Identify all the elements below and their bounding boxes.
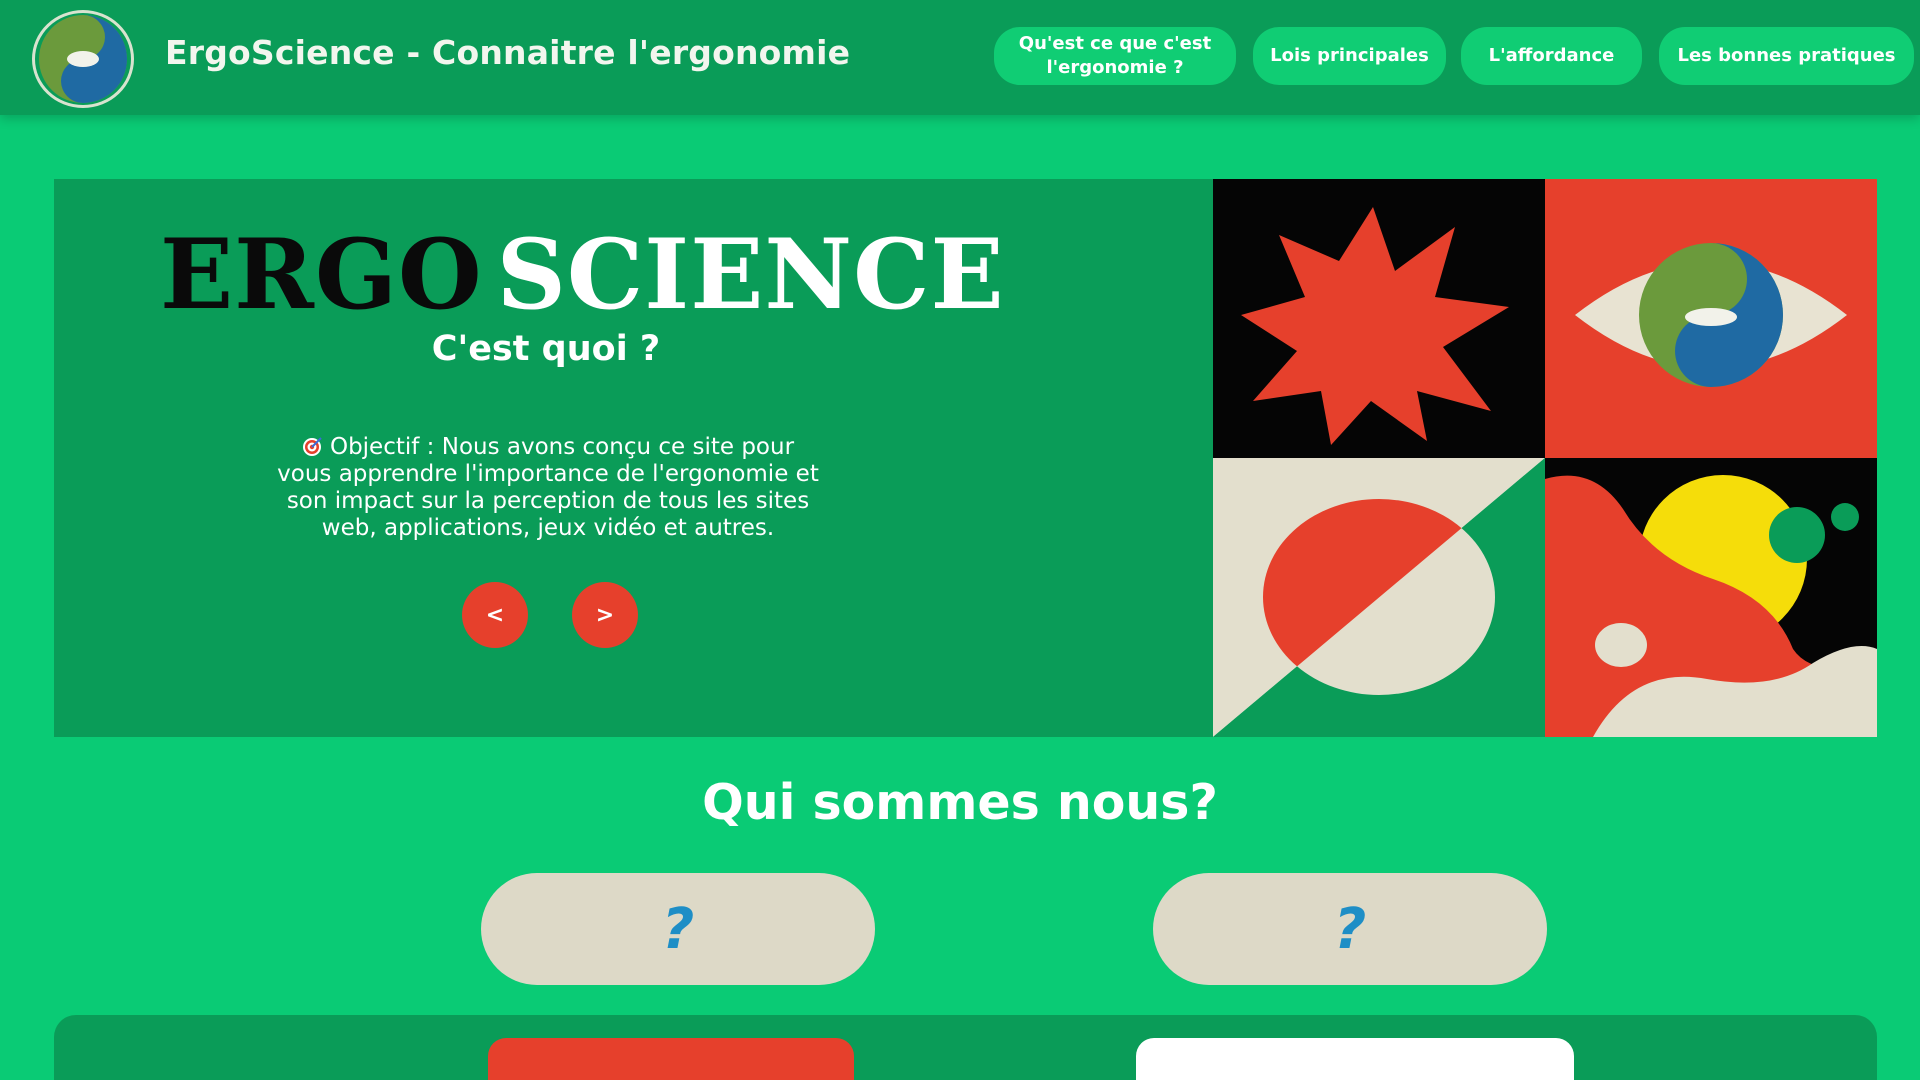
abstract-planet-icon — [1545, 458, 1877, 737]
hero-carousel: ERGO SCIENCE C'est quoi ? Objectif : Nous… — [54, 179, 1877, 737]
nav-label: Qu'est ce que c'est l'ergonomie ? — [1019, 32, 1211, 80]
nav-button-what-is-ergonomics[interactable]: Qu'est ce que c'est l'ergonomie ? — [994, 27, 1236, 85]
starburst-icon — [1213, 179, 1545, 458]
nav-button-affordance[interactable]: L'affordance — [1461, 27, 1642, 85]
nav-button-best-practices[interactable]: Les bonnes pratiques — [1659, 27, 1914, 85]
yin-yang-eye-logo-icon[interactable] — [32, 10, 134, 108]
objective-line-3: son impact sur la perception de tous les… — [286, 488, 810, 514]
hero-subtitle: C'est quoi ? — [431, 329, 661, 369]
eye-icon — [1545, 179, 1877, 458]
team-panel — [54, 1015, 1877, 1080]
hero-illustration — [1213, 179, 1877, 737]
objective-line-4: web, applications, jeux vidéo et autres. — [321, 515, 775, 541]
objective-text: Objectif : Nous avons conçu ce site pour… — [264, 434, 832, 542]
objective-line-2: vous apprendre l'importance de l'ergonom… — [277, 461, 819, 487]
nav-label-line2: l'ergonomie ? — [1046, 57, 1184, 78]
split-circle-icon — [1213, 458, 1545, 737]
nav-label-line1: Qu'est ce que c'est — [1018, 33, 1212, 54]
objective-line-1: Objectif : Nous avons conçu ce site pour — [329, 434, 795, 460]
member-card-2[interactable]: ? — [1153, 873, 1547, 985]
brand-wordmark: ERGO SCIENCE — [160, 225, 1005, 325]
site-title: ErgoScience - Connaitre l'ergonomie — [165, 33, 851, 72]
target-icon — [302, 437, 322, 456]
carousel-prev-button[interactable]: < — [462, 582, 528, 648]
team-card-red — [488, 1038, 854, 1080]
nav-button-main-laws[interactable]: Lois principales — [1253, 27, 1446, 85]
brand-science: SCIENCE — [496, 218, 1005, 331]
brand-ergo: ERGO — [160, 218, 483, 331]
team-card-white — [1136, 1038, 1574, 1080]
member-card-1[interactable]: ? — [481, 873, 875, 985]
site-header: ErgoScience - Connaitre l'ergonomie Qu'e… — [0, 0, 1920, 115]
carousel-next-button[interactable]: > — [572, 582, 638, 648]
about-title: Qui sommes nous? — [702, 774, 1218, 831]
